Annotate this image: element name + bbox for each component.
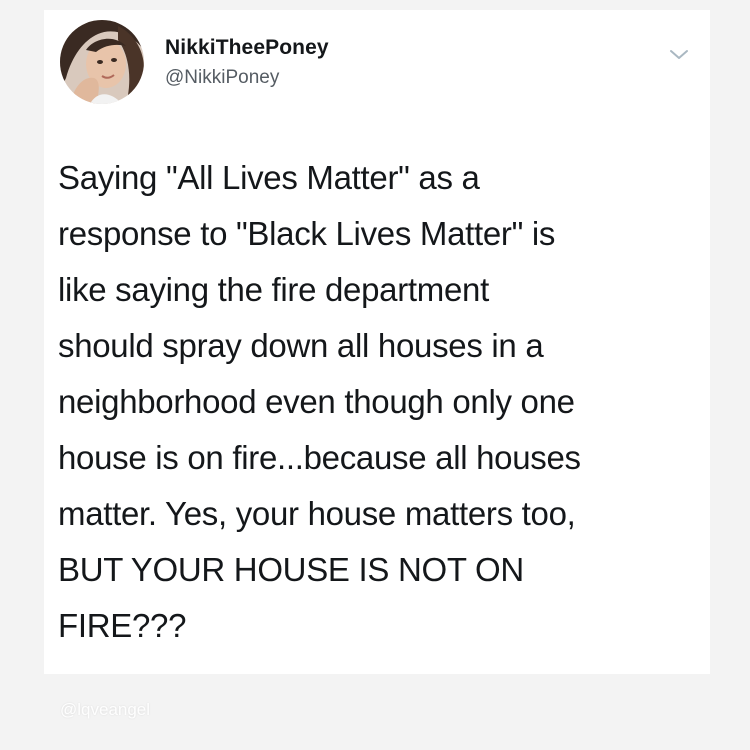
tweet-text-line: should spray down all houses in a — [58, 327, 544, 364]
chevron-down-icon[interactable] — [668, 47, 690, 63]
display-name[interactable]: NikkiTheePoney — [165, 36, 329, 60]
tweet-text-line: neighborhood even though only one — [58, 383, 575, 420]
tweet-text-line: matter. Yes, your house matters too, — [58, 495, 576, 532]
user-handle[interactable]: @NikkiPoney — [165, 67, 279, 89]
tweet-text-line: BUT YOUR HOUSE IS NOT ON — [58, 551, 524, 588]
tweet-card: NikkiTheePoney @NikkiPoney Saying "All L… — [44, 10, 710, 674]
tweet-text-line: Saying "All Lives Matter" as a — [58, 159, 480, 196]
avatar-image — [60, 20, 144, 104]
avatar[interactable] — [60, 20, 144, 104]
tweet-text-line: house is on fire...because all houses — [58, 439, 581, 476]
watermark: @lqveangel — [60, 700, 151, 719]
tweet-text-line: response to "Black Lives Matter" is — [58, 215, 556, 252]
tweet-text-line: FIRE??? — [58, 607, 187, 644]
tweet-text-line: like saying the fire department — [58, 271, 489, 308]
tweet-text: Saying "All Lives Matter" as a response … — [58, 150, 690, 654]
